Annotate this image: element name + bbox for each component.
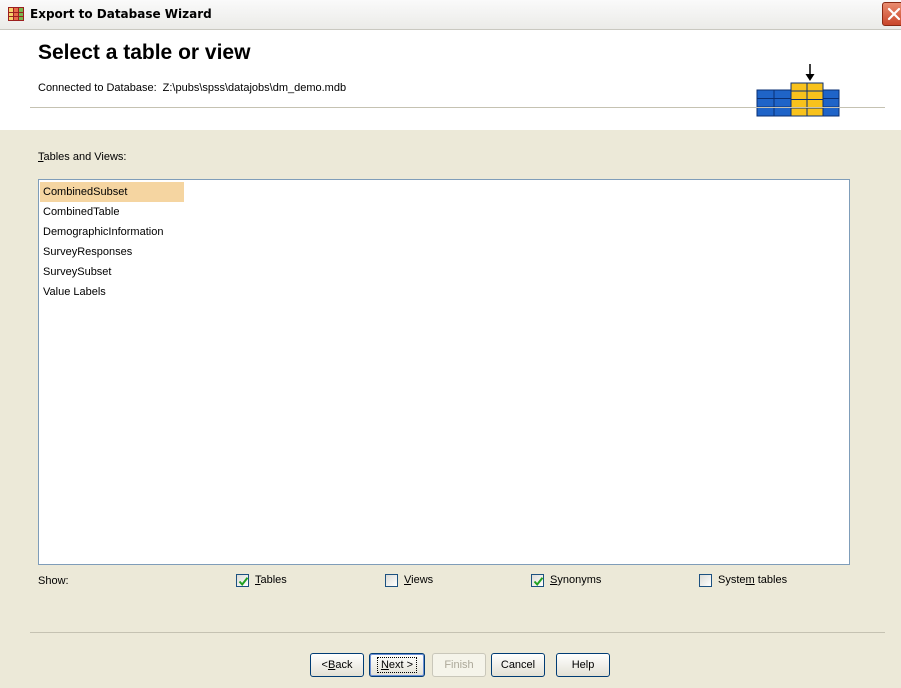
list-item-value-labels[interactable]: Value Labels [40, 282, 108, 302]
close-button[interactable] [882, 2, 901, 26]
page-title: Select a table or view [38, 41, 251, 64]
connection-path: Z:\pubs\spss\datajobs\dm_demo.mdb [162, 82, 347, 94]
connection-label: Connected to Database: [38, 82, 157, 94]
system-tables-checkbox-label: System tables [718, 574, 788, 586]
list-item-surveysubset[interactable]: SurveySubset [40, 262, 113, 282]
cancel-button[interactable]: Cancel [491, 653, 545, 677]
checkbox-checked-icon [236, 573, 249, 587]
list-item-combinedsubset[interactable]: CombinedSubset [40, 182, 184, 202]
system-tables-checkbox[interactable]: System tables [699, 572, 787, 588]
list-item-combinedtable[interactable]: CombinedTable [40, 202, 121, 222]
spreadsheet-icon [8, 7, 24, 21]
close-icon [887, 7, 901, 21]
finish-button[interactable]: Finish [432, 653, 486, 677]
views-checkbox-label: Views [404, 574, 434, 586]
checkbox-unchecked-icon [699, 573, 712, 587]
tables-views-listbox[interactable]: CombinedSubset CombinedTable Demographic… [38, 179, 850, 565]
checkbox-checked-icon [531, 573, 544, 587]
synonyms-checkbox[interactable]: Synonyms [531, 572, 601, 588]
footer-separator [30, 632, 885, 633]
tables-checkbox-label: Tables [255, 574, 287, 586]
back-button[interactable]: < Back [310, 653, 364, 677]
export-wizard-window: Export to Database Wizard Select a table… [0, 0, 901, 688]
help-button[interactable]: Help [556, 653, 610, 677]
window-title: Export to Database Wizard [30, 7, 212, 21]
tables-views-label: Tables and Views: [38, 151, 127, 163]
database-table-icon [756, 64, 840, 117]
list-item-surveyresponses[interactable]: SurveyResponses [40, 242, 134, 262]
show-label: Show: [38, 575, 69, 587]
title-bar[interactable]: Export to Database Wizard [0, 0, 901, 30]
header-separator [30, 107, 885, 108]
checkbox-unchecked-icon [385, 573, 398, 587]
synonyms-checkbox-label: Synonyms [550, 574, 602, 586]
next-button[interactable]: Next > [369, 653, 425, 677]
views-checkbox[interactable]: Views [385, 572, 433, 588]
list-item-demographicinformation[interactable]: DemographicInformation [40, 222, 165, 242]
tables-checkbox[interactable]: Tables [236, 572, 287, 588]
connection-info: Connected to Database: Z:\pubs\spss\dataj… [38, 82, 346, 94]
